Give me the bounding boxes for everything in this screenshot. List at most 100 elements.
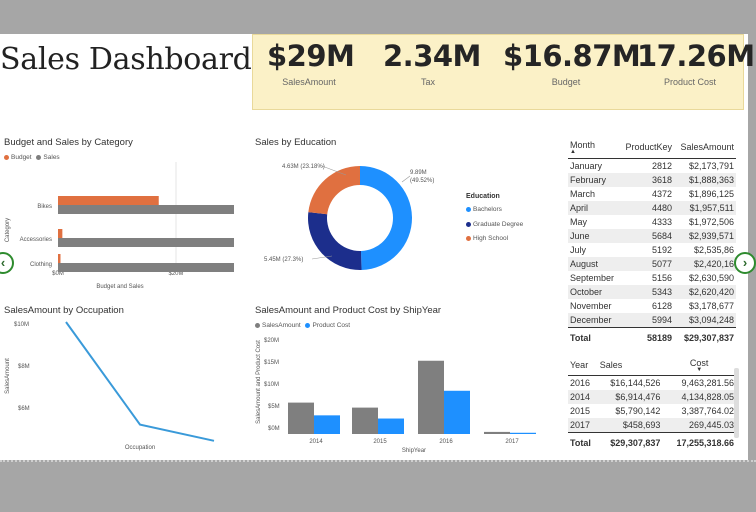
donut-slice-high-school[interactable] <box>308 166 360 215</box>
column-header-salesamount[interactable]: SalesAmount <box>674 138 736 159</box>
table-row[interactable]: 2014 $6,914,476 4,134,828.05 <box>568 390 736 404</box>
table-row[interactable]: August 5077 $2,420,16 <box>568 257 736 271</box>
column-header-sales[interactable]: Sales <box>597 356 663 376</box>
kpi-value: $16.87M <box>503 39 641 73</box>
table-cell: February <box>568 173 620 187</box>
salesamount-bar[interactable] <box>352 407 378 434</box>
table-cell: 2016 <box>570 378 591 388</box>
table-row[interactable]: June 5684 $2,939,571 <box>568 229 736 243</box>
table-row[interactable]: 2017 $458,693 269,445.03 <box>568 418 736 433</box>
product-cost-bar[interactable] <box>378 418 404 434</box>
kpi-value: 17.26M <box>637 39 755 73</box>
table-row[interactable]: April 4480 $1,957,511 <box>568 201 736 215</box>
salesamount-bar[interactable] <box>418 360 444 434</box>
table-cell: $3,178,677 <box>688 301 734 311</box>
table-cell: December <box>568 313 620 328</box>
total-cell: 58189 <box>619 327 675 345</box>
table-row[interactable]: May 4333 $1,972,506 <box>568 215 736 229</box>
table-cell: 2014 <box>568 390 598 404</box>
table-cell: $2,630,590 <box>688 273 734 283</box>
column-header-month[interactable]: Month ▲ <box>568 138 620 159</box>
legend-item-high-school[interactable]: High School <box>466 235 508 242</box>
budget-legend-label: Budget <box>11 154 32 161</box>
table-cell: 2017 <box>568 418 598 433</box>
kpi-tax[interactable]: 2.34M Tax <box>383 39 481 87</box>
shipyear-chart-svg: SalesAmount and Product Cost $20M $15M $… <box>256 338 536 454</box>
kpi-budget[interactable]: $16.87M Budget <box>503 39 641 87</box>
legend-item-graduate[interactable]: Graduate Degree <box>466 221 523 228</box>
table-cell: April <box>568 201 620 215</box>
sales-bar[interactable] <box>58 238 234 247</box>
occupation-chart-svg: SalesAmount $10M $8M $6M Occupation Prof… <box>5 321 215 451</box>
table-row[interactable]: September 5156 $2,630,590 <box>568 271 736 285</box>
table-row[interactable]: July 5192 $2,535,86 <box>568 243 736 257</box>
table-cell: 5343 <box>619 285 675 299</box>
table-row[interactable]: December 5994 $3,094,248 <box>568 313 736 328</box>
occupation-line[interactable] <box>65 321 215 442</box>
high-school-swatch <box>466 235 471 241</box>
column-header-productkey[interactable]: ProductKey <box>619 138 675 159</box>
sales-bar[interactable] <box>58 263 234 272</box>
kpi-label: Tax <box>420 77 435 87</box>
legend-label: High School <box>473 235 509 242</box>
table-cell: 6128 <box>652 301 673 311</box>
total-cell: $29,307,837 <box>597 432 663 450</box>
budget-bar[interactable] <box>58 196 159 205</box>
table-cell: March <box>570 189 596 199</box>
top-bar <box>0 0 756 34</box>
table-cell: 4480 <box>619 201 675 215</box>
donut-slice-graduate-degree[interactable] <box>308 212 362 270</box>
budget-chart-title: Budget and Sales by Category <box>4 137 133 148</box>
kpi-product-cost[interactable]: 17.26M Product Cost <box>637 39 755 87</box>
sales-bar[interactable] <box>58 205 234 214</box>
category-label: Clothing <box>30 262 52 268</box>
budget-chart-svg: Category Budget and Sales $0M $20M Bikes… <box>5 162 234 290</box>
salesamount-bar[interactable] <box>288 402 314 434</box>
year-table-header: Year Sales Cost ▼ <box>568 356 736 376</box>
table-cell: $2,420,16 <box>674 257 736 271</box>
legend-label: Bachelors <box>473 206 502 213</box>
table-cell: 2812 <box>652 161 673 171</box>
table-row[interactable]: 2016 $16,144,526 9,463,281.56 <box>568 376 736 391</box>
table-row[interactable]: November 6128 $3,178,677 <box>568 299 736 313</box>
table-cell: 9,463,281.56 <box>681 378 734 388</box>
table-row[interactable]: January 2812 $2,173,791 <box>568 159 736 174</box>
table-total-row: Total $29,307,837 17,255,318.66 <box>568 432 736 450</box>
table-row[interactable]: February 3618 $1,888,363 <box>568 173 736 187</box>
column-header-cost[interactable]: Cost ▼ <box>662 356 736 376</box>
budget-bar[interactable] <box>58 229 63 238</box>
chevron-right-icon: › <box>742 255 748 270</box>
next-arrow-button[interactable]: › <box>734 252 756 274</box>
donut-slice-bachelors[interactable] <box>360 166 413 270</box>
product-cost-bar[interactable] <box>510 432 536 434</box>
product-cost-bar[interactable] <box>444 390 470 434</box>
total-cell: $29,307,837 <box>674 327 736 345</box>
total-cell: Total <box>568 432 598 450</box>
column-header-year[interactable]: Year <box>568 356 598 376</box>
legend-item-bachelors[interactable]: Bachelors <box>466 206 502 213</box>
salesamount-bar[interactable] <box>484 431 510 434</box>
budget-chart-legend: Budget Sales <box>4 154 60 161</box>
sales-legend-label: Sales <box>43 154 60 161</box>
occupation-ytick: $10M <box>14 322 29 328</box>
education-chart-title: Sales by Education <box>255 137 337 148</box>
kpi-value: $29M <box>267 39 355 73</box>
shipyear-ytick: $20M <box>264 338 279 344</box>
table-cell: July <box>570 245 587 255</box>
product-cost-bar[interactable] <box>314 415 340 434</box>
shipyear-ytick: $5M <box>268 404 280 410</box>
budget-chart-ylabel: Category <box>5 218 11 242</box>
shipyear-chart-xlabel: ShipYear <box>402 448 426 454</box>
table-row[interactable]: October 5343 $2,620,420 <box>568 285 736 299</box>
table-cell: $2,535,86 <box>693 245 734 255</box>
table-cell: 269,445.03 <box>662 418 736 433</box>
kpi-sales-amount[interactable]: $29M SalesAmount <box>267 39 355 87</box>
occupation-chart-title: SalesAmount by Occupation <box>4 305 124 316</box>
table-row[interactable]: March 4372 $1,896,125 <box>568 187 736 201</box>
table-cell: November <box>570 301 612 311</box>
year-table-scrollbar[interactable] <box>734 368 739 438</box>
budget-bar[interactable] <box>58 254 61 263</box>
education-label-bachelors-pct: (49.52%) <box>410 178 434 184</box>
table-cell: June <box>568 229 620 243</box>
table-row[interactable]: 2015 $5,790,142 3,387,764.02 <box>568 404 736 418</box>
